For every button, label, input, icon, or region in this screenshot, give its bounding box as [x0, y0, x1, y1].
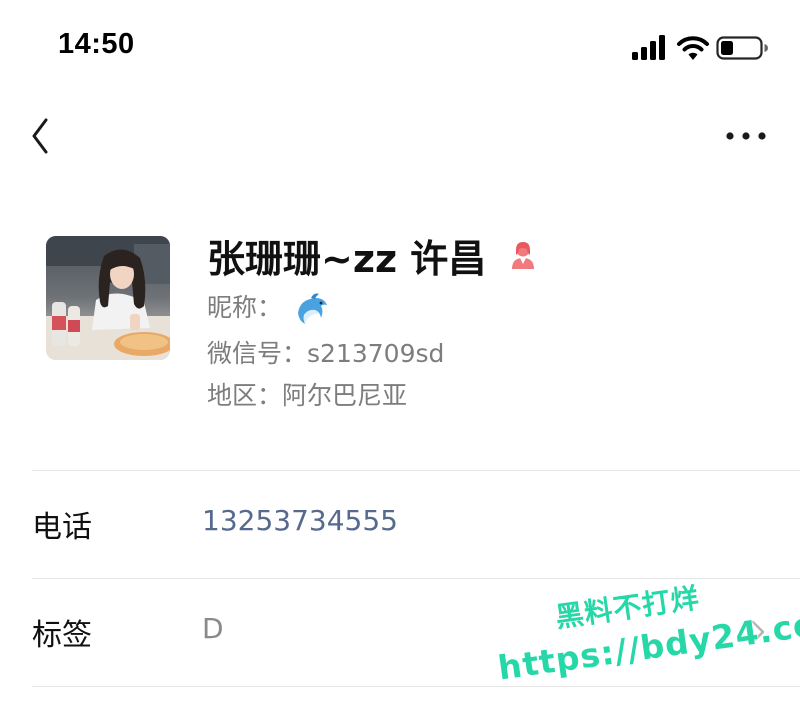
- region-value: 阿尔巴尼亚: [282, 381, 408, 410]
- nickname-label: 昵称：: [207, 293, 283, 322]
- phone-row[interactable]: 电话 13253734555: [0, 472, 800, 578]
- nickname-row: 昵称：: [207, 288, 330, 327]
- region-label: 地区：: [207, 381, 283, 410]
- wechat-id-row: 微信号：s213709sd: [207, 334, 444, 370]
- dolphin-emoji-icon: [297, 293, 327, 324]
- battery-icon: [716, 36, 768, 60]
- tags-value: D: [202, 612, 224, 645]
- avatar-photo: [46, 236, 170, 360]
- phone-label: 电话: [32, 510, 92, 545]
- contact-name-row: 张珊珊~zz 许昌: [207, 228, 539, 281]
- back-button[interactable]: [22, 114, 62, 158]
- divider: [32, 686, 800, 687]
- tags-label: 标签: [32, 618, 92, 653]
- tags-row[interactable]: 标签 D: [0, 580, 800, 686]
- cellular-signal-icon: [632, 35, 665, 60]
- phone-number[interactable]: 13253734555: [202, 504, 398, 537]
- contact-name: 张珊珊~zz 许昌: [207, 237, 487, 281]
- wifi-icon: [677, 36, 709, 60]
- more-dots-icon: [726, 132, 766, 140]
- wechat-id-value[interactable]: s213709sd: [307, 339, 444, 368]
- chevron-right-icon: [751, 620, 765, 644]
- profile-header: 张珊珊~zz 许昌 昵称： 微信号：s213709sd 地区：阿尔巴尼亚: [0, 210, 800, 440]
- region-row: 地区：阿尔巴尼亚: [207, 376, 407, 412]
- nav-bar: [0, 100, 800, 170]
- more-button[interactable]: [718, 118, 774, 154]
- chevron-left-icon: [32, 118, 48, 154]
- divider: [32, 578, 800, 579]
- status-time: 14:50: [58, 28, 135, 60]
- avatar[interactable]: [46, 236, 170, 360]
- status-bar: 14:50: [0, 0, 800, 96]
- divider: [32, 470, 800, 471]
- female-icon: [512, 241, 535, 269]
- wechat-id-label: 微信号：: [207, 339, 308, 368]
